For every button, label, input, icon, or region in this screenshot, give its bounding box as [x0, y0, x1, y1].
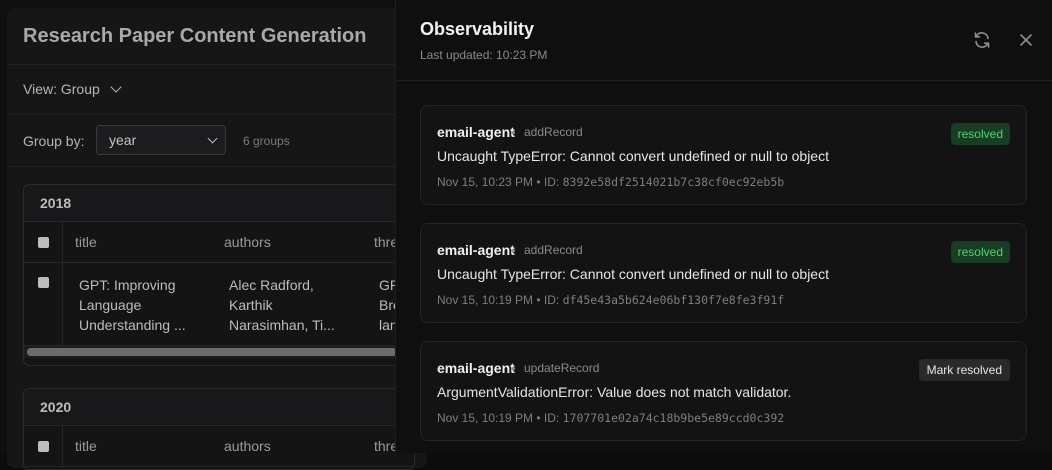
- operation-name: addRecord: [524, 243, 583, 257]
- error-card: email-agent • updateRecord Mark resolved…: [420, 341, 1027, 441]
- error-id: 1707701e02a74c18b9be5e89ccd0c392: [562, 411, 785, 425]
- error-message: Uncaught TypeError: Cannot convert undef…: [437, 148, 829, 164]
- group-header[interactable]: 2018: [24, 185, 414, 222]
- group-header[interactable]: 2020: [24, 389, 414, 426]
- error-id: df45e43a5b624e06bf130f7e8fe3f91f: [562, 293, 785, 307]
- group-by-value: year: [109, 132, 137, 148]
- error-card: email-agent • addRecord resolved Uncaugh…: [420, 105, 1027, 205]
- close-icon[interactable]: [1016, 30, 1036, 50]
- error-meta: Nov 15, 10:23 PM • ID: 8392e58df2514021b…: [437, 175, 784, 189]
- status-badge: resolved: [950, 241, 1010, 263]
- chevron-down-icon: [110, 81, 122, 93]
- view-selector[interactable]: View: Group: [23, 81, 122, 97]
- cell-line: Alec Radford,: [229, 277, 314, 293]
- error-time: Nov 15, 10:19 PM • ID:: [437, 293, 560, 307]
- separator-dot: •: [511, 361, 516, 376]
- group-by-label: Group by:: [23, 133, 85, 149]
- scrollbar-thumb[interactable]: [27, 348, 397, 356]
- cell-line: Narasimhan, Ti...: [229, 317, 335, 333]
- divider: [7, 166, 427, 167]
- error-meta: Nov 15, 10:19 PM • ID: df45e43a5b624e06b…: [437, 293, 784, 307]
- column-header-title[interactable]: title: [75, 234, 97, 250]
- agent-name: email-agent: [437, 124, 515, 140]
- cell-title: GPT: Improving Language Understanding ..…: [79, 275, 186, 335]
- groups-count: 6 groups: [243, 134, 290, 148]
- select-all-checkbox[interactable]: [38, 237, 49, 248]
- table-row[interactable]: GPT: Improving Language Understanding ..…: [24, 263, 414, 345]
- row-checkbox[interactable]: [38, 277, 49, 288]
- divider: [7, 64, 427, 65]
- error-id: 8392e58df2514021b7c38cf0ec92eb5b: [562, 175, 785, 189]
- horizontal-scrollbar[interactable]: [24, 345, 414, 358]
- error-message: Uncaught TypeError: Cannot convert undef…: [437, 266, 829, 282]
- table-header-row: title authors thre: [24, 222, 414, 263]
- divider: [396, 80, 1052, 81]
- cell-line: GPT: Improving: [79, 277, 176, 293]
- agent-name: email-agent: [437, 242, 515, 258]
- last-updated: Last updated: 10:23 PM: [420, 48, 548, 62]
- column-header-title[interactable]: title: [75, 438, 97, 454]
- view-label: View: Group: [23, 81, 100, 97]
- error-time: Nov 15, 10:19 PM • ID:: [437, 411, 560, 425]
- column-divider: [62, 222, 63, 262]
- agent-name: email-agent: [437, 360, 515, 376]
- group-panel-2018: 2018 title authors thre GPT: Improving L…: [23, 184, 415, 366]
- cell-line: Language: [79, 297, 142, 313]
- operation-name: updateRecord: [524, 361, 600, 375]
- cell-line: Karthik: [229, 297, 273, 313]
- chevron-down-icon: [207, 133, 218, 144]
- separator-dot: •: [511, 125, 516, 140]
- observability-panel: Observability Last updated: 10:23 PM ema…: [395, 0, 1052, 453]
- cell-authors: Alec Radford, Karthik Narasimhan, Ti...: [229, 275, 335, 335]
- error-time: Nov 15, 10:23 PM • ID:: [437, 175, 560, 189]
- group-panel-2020: 2020 title authors thre: [23, 388, 415, 470]
- column-divider: [62, 426, 63, 466]
- column-divider: [62, 263, 63, 345]
- column-header-authors[interactable]: authors: [224, 438, 271, 454]
- group-by-select[interactable]: year: [96, 125, 226, 155]
- column-header-authors[interactable]: authors: [224, 234, 271, 250]
- cell-line: Understanding ...: [79, 317, 186, 333]
- error-meta: Nov 15, 10:19 PM • ID: 1707701e02a74c18b…: [437, 411, 784, 425]
- panel-title: Observability: [420, 19, 535, 39]
- table-header-row: title authors thre: [24, 426, 414, 467]
- page-title: Research Paper Content Generation: [23, 25, 367, 47]
- separator-dot: •: [511, 243, 516, 258]
- operation-name: addRecord: [524, 125, 583, 139]
- error-message: ArgumentValidationError: Value does not …: [437, 384, 792, 400]
- mark-resolved-button[interactable]: Mark resolved: [918, 359, 1010, 381]
- select-all-checkbox[interactable]: [38, 441, 49, 452]
- error-card: email-agent • addRecord resolved Uncaugh…: [420, 223, 1027, 323]
- refresh-icon[interactable]: [972, 30, 992, 50]
- divider: [7, 114, 427, 115]
- status-badge: resolved: [950, 123, 1010, 145]
